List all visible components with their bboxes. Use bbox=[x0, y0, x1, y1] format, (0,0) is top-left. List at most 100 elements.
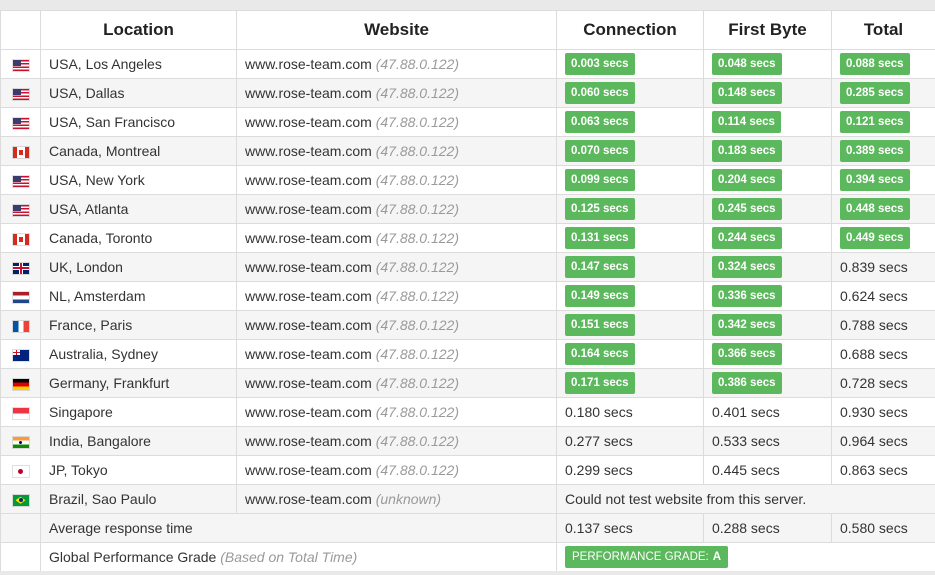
location-cell: NL, Amsterdam bbox=[40, 281, 237, 311]
br-flag-icon bbox=[12, 494, 29, 506]
connection-time-cell: 0.003 secs bbox=[556, 49, 704, 79]
flag-cell bbox=[0, 252, 41, 282]
us-flag-icon bbox=[12, 117, 29, 129]
website-ip: (47.88.0.122) bbox=[375, 172, 459, 188]
total-time-badge: 0.285 secs bbox=[840, 82, 910, 104]
first-byte-time-badge: 0.204 secs bbox=[712, 169, 782, 191]
total-time-value: 0.964 secs bbox=[840, 433, 908, 449]
total-time-cell: 0.688 secs bbox=[831, 339, 935, 369]
total-time-cell: 0.964 secs bbox=[831, 426, 935, 456]
connection-time-badge: 0.147 secs bbox=[565, 256, 635, 278]
total-time-value: 0.863 secs bbox=[840, 462, 908, 478]
flag-cell bbox=[0, 281, 41, 311]
website-cell: www.rose-team.com (47.88.0.122) bbox=[236, 426, 557, 456]
first-byte-time-badge: 0.048 secs bbox=[712, 53, 782, 75]
us-flag-icon bbox=[12, 59, 29, 71]
header-first-byte: First Byte bbox=[703, 10, 832, 50]
total-time-cell: 0.448 secs bbox=[831, 194, 935, 224]
website-ip: (47.88.0.122) bbox=[375, 404, 459, 420]
total-time-cell: 0.389 secs bbox=[831, 136, 935, 166]
flag-cell bbox=[0, 136, 41, 166]
table-row: Canada, Toronto www.rose-team.com (47.88.… bbox=[0, 223, 935, 253]
total-time-value: 0.839 secs bbox=[840, 259, 908, 275]
website-ip: (47.88.0.122) bbox=[375, 230, 459, 246]
connection-time-cell: 0.070 secs bbox=[556, 136, 704, 166]
website-cell: www.rose-team.com (47.88.0.122) bbox=[236, 339, 557, 369]
location-cell: Canada, Toronto bbox=[40, 223, 237, 253]
first-byte-time-cell: 0.533 secs bbox=[703, 426, 832, 456]
total-time-cell: 0.788 secs bbox=[831, 310, 935, 340]
connection-time-badge: 0.149 secs bbox=[565, 285, 635, 307]
grade-label-cell: Global Performance Grade (Based on Total… bbox=[40, 542, 557, 572]
website-ip: (47.88.0.122) bbox=[375, 433, 459, 449]
website-ip: (47.88.0.122) bbox=[375, 143, 459, 159]
total-time-cell: 0.285 secs bbox=[831, 78, 935, 108]
total-time-cell: 0.839 secs bbox=[831, 252, 935, 282]
website-url: www.rose-team.com bbox=[245, 259, 372, 275]
website-url: www.rose-team.com bbox=[245, 317, 372, 333]
flag-cell bbox=[0, 49, 41, 79]
first-byte-time-badge: 0.336 secs bbox=[712, 285, 782, 307]
connection-time-value: 0.299 secs bbox=[565, 462, 633, 478]
location-cell: USA, Los Angeles bbox=[40, 49, 237, 79]
flag-cell bbox=[0, 484, 41, 514]
flag-cell bbox=[0, 368, 41, 398]
table-row-failed: Brazil, Sao Paulo www.rose-team.com (unk… bbox=[0, 484, 935, 514]
website-cell: www.rose-team.com (unknown) bbox=[236, 484, 557, 514]
ca-flag-icon bbox=[12, 233, 29, 245]
first-byte-time-badge: 0.245 secs bbox=[712, 198, 782, 220]
connection-time-badge: 0.070 secs bbox=[565, 140, 635, 162]
location-cell: Germany, Frankfurt bbox=[40, 368, 237, 398]
first-byte-time-cell: 0.204 secs bbox=[703, 165, 832, 195]
connection-time-badge: 0.131 secs bbox=[565, 227, 635, 249]
connection-time-cell: 0.149 secs bbox=[556, 281, 704, 311]
website-url: www.rose-team.com bbox=[245, 172, 372, 188]
first-byte-time-badge: 0.324 secs bbox=[712, 256, 782, 278]
website-url: www.rose-team.com bbox=[245, 404, 372, 420]
website-ip: (unknown) bbox=[375, 491, 442, 507]
website-cell: www.rose-team.com (47.88.0.122) bbox=[236, 107, 557, 137]
bottom-border bbox=[0, 571, 935, 575]
uk-flag-icon bbox=[12, 262, 29, 274]
location-cell: Australia, Sydney bbox=[40, 339, 237, 369]
average-first-byte: 0.288 secs bbox=[703, 513, 832, 543]
website-ip: (47.88.0.122) bbox=[375, 114, 459, 130]
ca-flag-icon bbox=[12, 146, 29, 158]
connection-time-badge: 0.099 secs bbox=[565, 169, 635, 191]
location-cell: USA, San Francisco bbox=[40, 107, 237, 137]
connection-time-badge: 0.151 secs bbox=[565, 314, 635, 336]
website-ip: (47.88.0.122) bbox=[375, 462, 459, 478]
website-url: www.rose-team.com bbox=[245, 375, 372, 391]
website-ip: (47.88.0.122) bbox=[375, 288, 459, 304]
first-byte-time-cell: 0.336 secs bbox=[703, 281, 832, 311]
website-url: www.rose-team.com bbox=[245, 288, 372, 304]
website-ip: (47.88.0.122) bbox=[375, 375, 459, 391]
location-cell: Canada, Montreal bbox=[40, 136, 237, 166]
au-flag-icon bbox=[12, 349, 29, 361]
connection-time-badge: 0.171 secs bbox=[565, 372, 635, 394]
table-row: UK, London www.rose-team.com (47.88.0.122… bbox=[0, 252, 935, 282]
header-location: Location bbox=[40, 10, 237, 50]
connection-time-value: 0.277 secs bbox=[565, 433, 633, 449]
website-cell: www.rose-team.com (47.88.0.122) bbox=[236, 252, 557, 282]
connection-time-cell: 0.277 secs bbox=[556, 426, 704, 456]
website-url: www.rose-team.com bbox=[245, 201, 372, 217]
website-cell: www.rose-team.com (47.88.0.122) bbox=[236, 136, 557, 166]
table-row: India, Bangalore www.rose-team.com (47.88… bbox=[0, 426, 935, 456]
connection-time-badge: 0.060 secs bbox=[565, 82, 635, 104]
table-row: Germany, Frankfurt www.rose-team.com (47.… bbox=[0, 368, 935, 398]
sg-flag-icon bbox=[12, 407, 29, 419]
table-row: USA, Atlanta www.rose-team.com (47.88.0.1… bbox=[0, 194, 935, 224]
table-row: Canada, Montreal www.rose-team.com (47.88… bbox=[0, 136, 935, 166]
website-url: www.rose-team.com bbox=[245, 230, 372, 246]
location-cell: Brazil, Sao Paulo bbox=[40, 484, 237, 514]
total-time-value: 0.788 secs bbox=[840, 317, 908, 333]
first-byte-time-badge: 0.342 secs bbox=[712, 314, 782, 336]
website-ip: (47.88.0.122) bbox=[375, 317, 459, 333]
performance-grade-badge: PERFORMANCE GRADE: A bbox=[565, 546, 729, 568]
total-time-cell: 0.863 secs bbox=[831, 455, 935, 485]
table-header-row: Location Website Connection First Byte T… bbox=[0, 10, 935, 50]
table-row: USA, Dallas www.rose-team.com (47.88.0.12… bbox=[0, 78, 935, 108]
website-cell: www.rose-team.com (47.88.0.122) bbox=[236, 49, 557, 79]
flag-cell bbox=[0, 339, 41, 369]
